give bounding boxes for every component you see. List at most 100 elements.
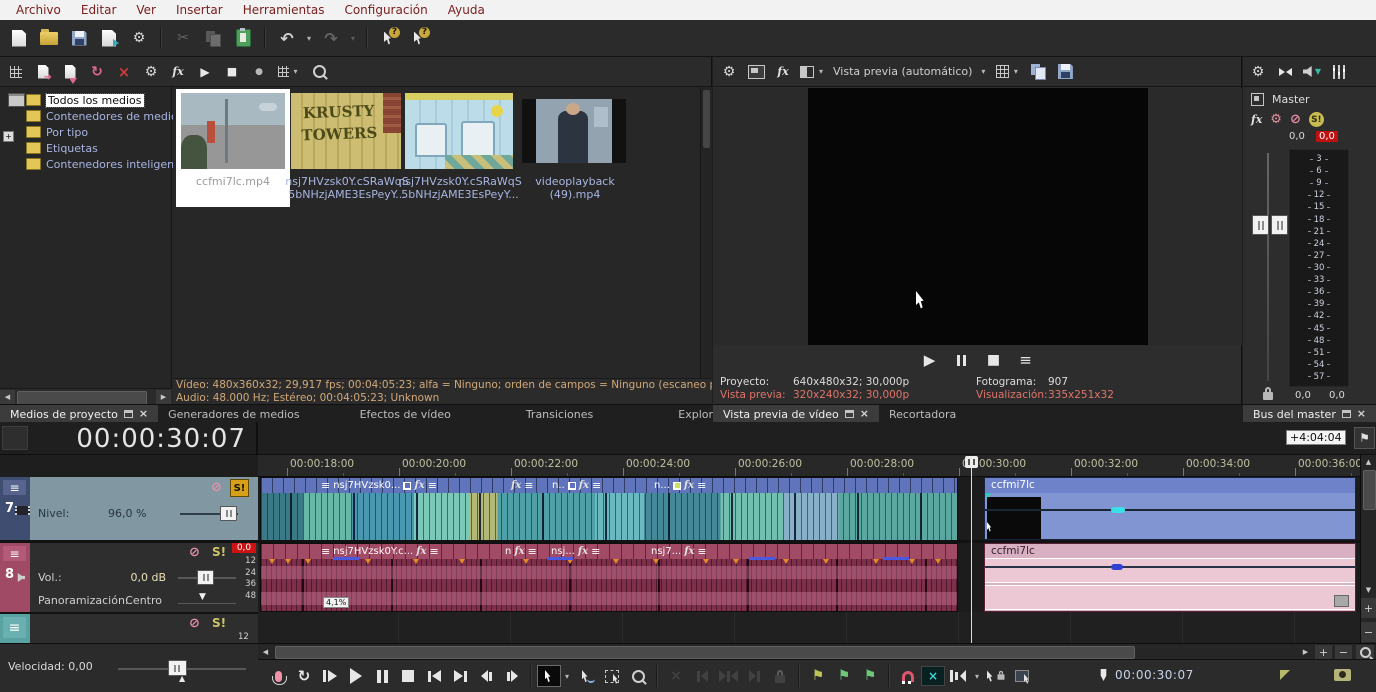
mixer-controls-icon[interactable]: [1330, 59, 1348, 85]
zoom-edit-tool-icon[interactable]: [626, 665, 650, 687]
event-edge-handle[interactable]: [1334, 595, 1349, 607]
scrollbar-thumb[interactable]: [17, 391, 147, 405]
dim-output-icon[interactable]: ▼: [1303, 59, 1321, 85]
clip-menu-icon[interactable]: ≡: [428, 479, 437, 492]
auto-ripple-icon[interactable]: [946, 665, 970, 687]
import-media-icon[interactable]: ➜: [33, 59, 53, 85]
split-screen-icon[interactable]: ▾: [800, 59, 826, 85]
loop-playback-icon[interactable]: ↻: [292, 665, 316, 687]
new-project-icon[interactable]: [6, 25, 32, 51]
preview-quality-select[interactable]: Vista previa (automático) ▾: [833, 65, 988, 78]
clip-menu-icon[interactable]: ≡: [321, 479, 330, 492]
clip-menu-icon[interactable]: ≡: [528, 545, 537, 558]
pause-icon[interactable]: [370, 665, 394, 687]
edit-tool-selected[interactable]: [538, 666, 560, 686]
save-snapshot-icon[interactable]: [1055, 59, 1075, 85]
undo-dropdown-icon[interactable]: ▾: [304, 34, 314, 43]
track7-level-handle[interactable]: [220, 506, 237, 521]
output-fx-icon[interactable]: fx: [773, 59, 793, 85]
view-toggle-icon[interactable]: [1251, 93, 1264, 106]
track8-menu-icon[interactable]: ≡: [3, 546, 26, 561]
scroll-up-icon[interactable]: ▲: [1361, 455, 1376, 468]
insert-marker-icon[interactable]: ⚑: [806, 665, 830, 687]
audio-clip-chip[interactable]: nsj... fx ≡: [551, 545, 600, 558]
timeline-lower-area[interactable]: [258, 612, 1360, 643]
go-to-start-icon[interactable]: [422, 665, 446, 687]
scroll-left-icon[interactable]: ◀: [258, 645, 273, 659]
timeline-ruler[interactable]: 00:00:18:00 00:00:20:00 00:00:22:00 00:0…: [258, 455, 1360, 477]
scrollbar-thumb[interactable]: [703, 90, 710, 148]
master-fx-icon[interactable]: fx: [1251, 113, 1262, 126]
media-v-scrollbar[interactable]: [700, 87, 712, 378]
tab-recortadora[interactable]: Recortadora: [879, 405, 966, 423]
pan-crop-icon[interactable]: [403, 482, 411, 490]
tab-vista-previa-de-video[interactable]: Vista previa de vídeo ×: [713, 405, 879, 423]
audio-clip-ccfmi7lc[interactable]: ccfmi7lc: [984, 543, 1356, 612]
tree-expander-icon[interactable]: +: [3, 131, 14, 142]
track7-header[interactable]: ≡ 7 ⊘ S! Nivel: 96,0 %: [0, 477, 258, 543]
new-bin-icon[interactable]: [6, 59, 26, 85]
timeline-v-scrollbar[interactable]: ▲ ▼ + −: [1360, 455, 1376, 643]
go-to-end-icon[interactable]: [448, 665, 472, 687]
pan-crop-icon[interactable]: [568, 482, 576, 490]
clip-menu-icon[interactable]: ≡: [697, 479, 706, 492]
menu-item[interactable]: Insertar: [166, 2, 233, 18]
media-stop-icon[interactable]: ■: [222, 59, 242, 85]
track9-menu-icon[interactable]: ≡: [3, 617, 26, 638]
track7-solo-icon[interactable]: S!: [230, 479, 249, 497]
track8-header[interactable]: ≡ 8 ⊘ S! 0,0 12243648 Vol.: 0,0 dB Panor…: [0, 543, 258, 614]
views-icon[interactable]: ▾: [276, 59, 302, 85]
zoom-tool-corner-icon[interactable]: [1356, 645, 1374, 659]
tree-item[interactable]: Contenedores de medios: [0, 108, 171, 124]
slip-tool-icon[interactable]: [1010, 665, 1034, 687]
clip-menu-icon[interactable]: ≡: [429, 545, 438, 558]
tree-h-scrollbar[interactable]: ◀ ▶: [0, 388, 172, 404]
timeline-h-scrollbar[interactable]: ◀ ▶ + −: [258, 643, 1376, 659]
scrollbar-thumb[interactable]: [275, 646, 1135, 659]
close-icon[interactable]: ×: [860, 409, 869, 419]
play-from-start-icon[interactable]: [318, 665, 342, 687]
insert-region-icon[interactable]: ⚑: [832, 665, 856, 687]
external-control-icon[interactable]: [1334, 669, 1351, 684]
insert-region-end-icon[interactable]: ⚑: [858, 665, 882, 687]
track8-solo-icon[interactable]: S!: [212, 545, 226, 559]
paste-icon[interactable]: [230, 25, 256, 51]
track8-vol-handle[interactable]: [197, 570, 214, 585]
media-tile[interactable]: nsj7HVzsk0Y.cSRaWqS 5bNHzjAME3EsPeyY...: [404, 89, 518, 249]
menu-item[interactable]: Configuración: [334, 2, 437, 18]
zoom-out-time-icon[interactable]: −: [1335, 645, 1352, 659]
media-fx-icon[interactable]: fx: [168, 59, 188, 85]
external-monitor-icon[interactable]: [746, 59, 766, 85]
master-solo-icon[interactable]: S!: [1309, 112, 1324, 127]
master-meters[interactable]: 3 6 9 12 15 18 21 24 27 30: [1289, 149, 1349, 387]
clip-menu-icon[interactable]: ≡: [698, 545, 707, 558]
track8-pan-handle[interactable]: ▼: [199, 592, 206, 602]
track9-mute-icon[interactable]: ⊘: [189, 616, 200, 631]
auto-ripple-dropdown-icon[interactable]: ▾: [972, 672, 982, 681]
preview-grid-overlay-icon[interactable]: ▾: [995, 59, 1021, 85]
zoom-in-time-icon[interactable]: +: [1315, 645, 1332, 659]
clip-fx-icon[interactable]: fx: [514, 546, 524, 557]
tree-item[interactable]: Por tipo: [0, 124, 171, 140]
remove-media-icon[interactable]: ×: [114, 59, 134, 85]
envelope-point[interactable]: [1111, 564, 1123, 570]
media-tile[interactable]: videoplayback (49).mp4: [518, 89, 632, 249]
automation-settings-icon[interactable]: ⚙: [1270, 113, 1282, 127]
preview-pause-icon[interactable]: [950, 349, 974, 371]
track9-solo-icon[interactable]: S!: [212, 616, 226, 630]
timecode-display[interactable]: 00:00:30:07: [0, 422, 258, 455]
clip-fx-icon[interactable]: fx: [511, 480, 521, 491]
downmix-output-icon[interactable]: [1276, 59, 1294, 85]
project-properties-icon[interactable]: ⚙: [126, 25, 152, 51]
capture-video-icon[interactable]: [60, 59, 80, 85]
video-clip-chip[interactable]: n.. fx ≡: [552, 479, 601, 492]
track7-mute-icon[interactable]: ⊘: [211, 480, 222, 495]
selection-tool-icon[interactable]: [600, 665, 624, 687]
zoom-in-track-icon[interactable]: +: [1361, 598, 1376, 618]
clip-fx-icon[interactable]: fx: [579, 480, 589, 491]
master-mute-icon[interactable]: ⊘: [1290, 112, 1301, 127]
edit-tool-dropdown-icon[interactable]: ▾: [562, 672, 572, 681]
auto-crossfade-icon[interactable]: ×: [922, 667, 944, 685]
opacity-envelope-line[interactable]: [985, 509, 1355, 511]
open-project-icon[interactable]: [36, 25, 62, 51]
